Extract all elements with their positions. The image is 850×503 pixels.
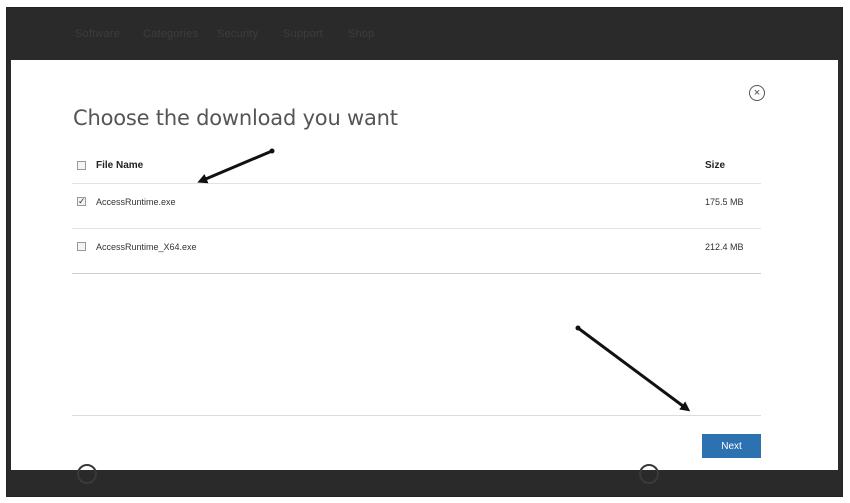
close-icon[interactable]: ×	[749, 85, 765, 101]
nav-item-categories[interactable]: Categories	[143, 28, 198, 40]
file-size-cell: 212.4 MB	[705, 242, 744, 252]
top-nav-bar: Software Categories Security Support Sho…	[7, 8, 842, 60]
nav-item-shop[interactable]: Shop	[348, 28, 375, 40]
next-button[interactable]: Next	[702, 434, 761, 458]
file-name-cell[interactable]: AccessRuntime_X64.exe	[96, 242, 197, 252]
ghost-circle-icon	[77, 464, 97, 484]
file-table: File Name Size ✓ AccessRuntime.exe 175.5…	[72, 149, 761, 274]
select-all-checkbox[interactable]	[77, 161, 86, 170]
table-header-row: File Name Size	[72, 149, 761, 184]
bottom-bar	[7, 464, 842, 496]
file-name-cell[interactable]: AccessRuntime.exe	[96, 197, 176, 207]
table-row[interactable]: ✓ AccessRuntime.exe 175.5 MB	[72, 184, 761, 229]
table-row[interactable]: AccessRuntime_X64.exe 212.4 MB	[72, 229, 761, 274]
column-header-size: Size	[705, 160, 726, 171]
screenshot-frame: Software Categories Security Support Sho…	[6, 7, 843, 497]
nav-item-support[interactable]: Support	[283, 28, 323, 40]
row-checkbox[interactable]	[77, 242, 86, 251]
footer-divider	[72, 415, 761, 416]
ghost-circle-icon	[639, 464, 659, 484]
dialog-title: Choose the download you want	[73, 106, 398, 130]
download-dialog: × Choose the download you want File Name…	[11, 60, 838, 470]
nav-item-software[interactable]: Software	[75, 28, 120, 40]
row-checkbox-checked[interactable]: ✓	[77, 197, 86, 206]
nav-item-security[interactable]: Security	[217, 28, 258, 40]
column-header-file-name: File Name	[96, 160, 144, 171]
file-size-cell: 175.5 MB	[705, 197, 744, 207]
